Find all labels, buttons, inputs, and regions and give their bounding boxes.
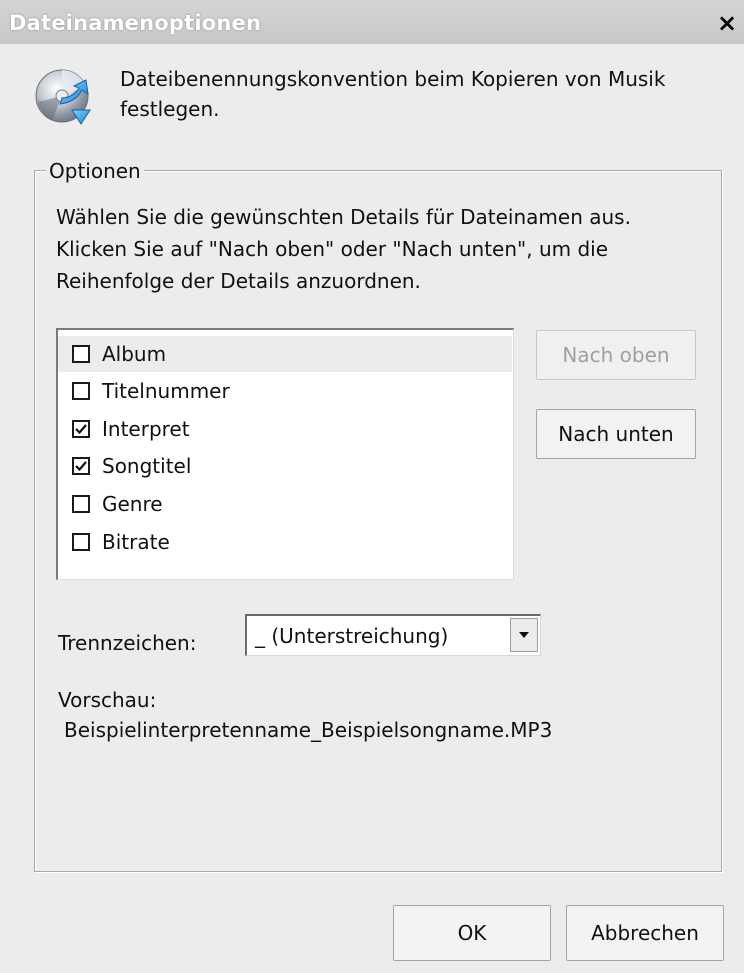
- window-title: Dateinamenoptionen: [9, 11, 262, 35]
- list-item-label: Titelnummer: [102, 379, 230, 403]
- header-description: Dateibenennungskonvention beim Kopieren …: [120, 67, 666, 121]
- ok-button[interactable]: OK: [393, 905, 551, 961]
- list-item-label: Bitrate: [102, 530, 170, 554]
- disc-rip-icon: [32, 66, 96, 130]
- dropdown-arrow-button[interactable]: [510, 618, 538, 652]
- details-list[interactable]: Album Titelnummer Interpret Songtitel Ge…: [56, 328, 514, 580]
- preview-value: Beispielinterpretenname_Beispielsongname…: [64, 718, 553, 742]
- list-item-label: Album: [102, 342, 167, 366]
- check-mark-icon: [75, 424, 87, 435]
- list-item-label: Songtitel: [102, 454, 192, 478]
- list-item-album[interactable]: Album: [58, 336, 512, 372]
- title-bar[interactable]: Dateinamenoptionen ×: [0, 0, 744, 44]
- separator-label: Trennzeichen:: [58, 631, 197, 655]
- filename-options-dialog: Dateinamenoptionen × Dateibenennungskonv…: [0, 0, 744, 973]
- preview-label: Vorschau:: [58, 688, 157, 712]
- list-item-label: Interpret: [102, 417, 190, 441]
- list-item-bitrate[interactable]: Bitrate: [58, 524, 512, 560]
- check-mark-icon: [75, 461, 87, 472]
- titelnummer-checkbox[interactable]: [72, 382, 90, 400]
- album-checkbox[interactable]: [72, 345, 90, 363]
- list-item-titelnummer[interactable]: Titelnummer: [58, 373, 512, 409]
- instructions-text: Wählen Sie die gewünschten Details für D…: [56, 205, 631, 293]
- genre-checkbox[interactable]: [72, 495, 90, 513]
- move-down-button[interactable]: Nach unten: [536, 409, 696, 459]
- chevron-down-icon: [519, 632, 529, 638]
- separator-value: _ (Unterstreichung): [255, 624, 449, 648]
- options-legend: Optionen: [46, 160, 144, 182]
- list-item-songtitel[interactable]: Songtitel: [58, 448, 512, 484]
- interpret-checkbox[interactable]: [72, 420, 90, 438]
- songtitel-checkbox[interactable]: [72, 457, 90, 475]
- list-item-interpret[interactable]: Interpret: [58, 411, 512, 447]
- list-item-label: Genre: [102, 492, 163, 516]
- separator-dropdown[interactable]: _ (Unterstreichung): [245, 614, 541, 656]
- bitrate-checkbox[interactable]: [72, 533, 90, 551]
- move-up-button[interactable]: Nach oben: [536, 330, 696, 380]
- cancel-button[interactable]: Abbrechen: [566, 905, 724, 961]
- close-button[interactable]: ×: [714, 10, 740, 36]
- list-item-genre[interactable]: Genre: [58, 486, 512, 522]
